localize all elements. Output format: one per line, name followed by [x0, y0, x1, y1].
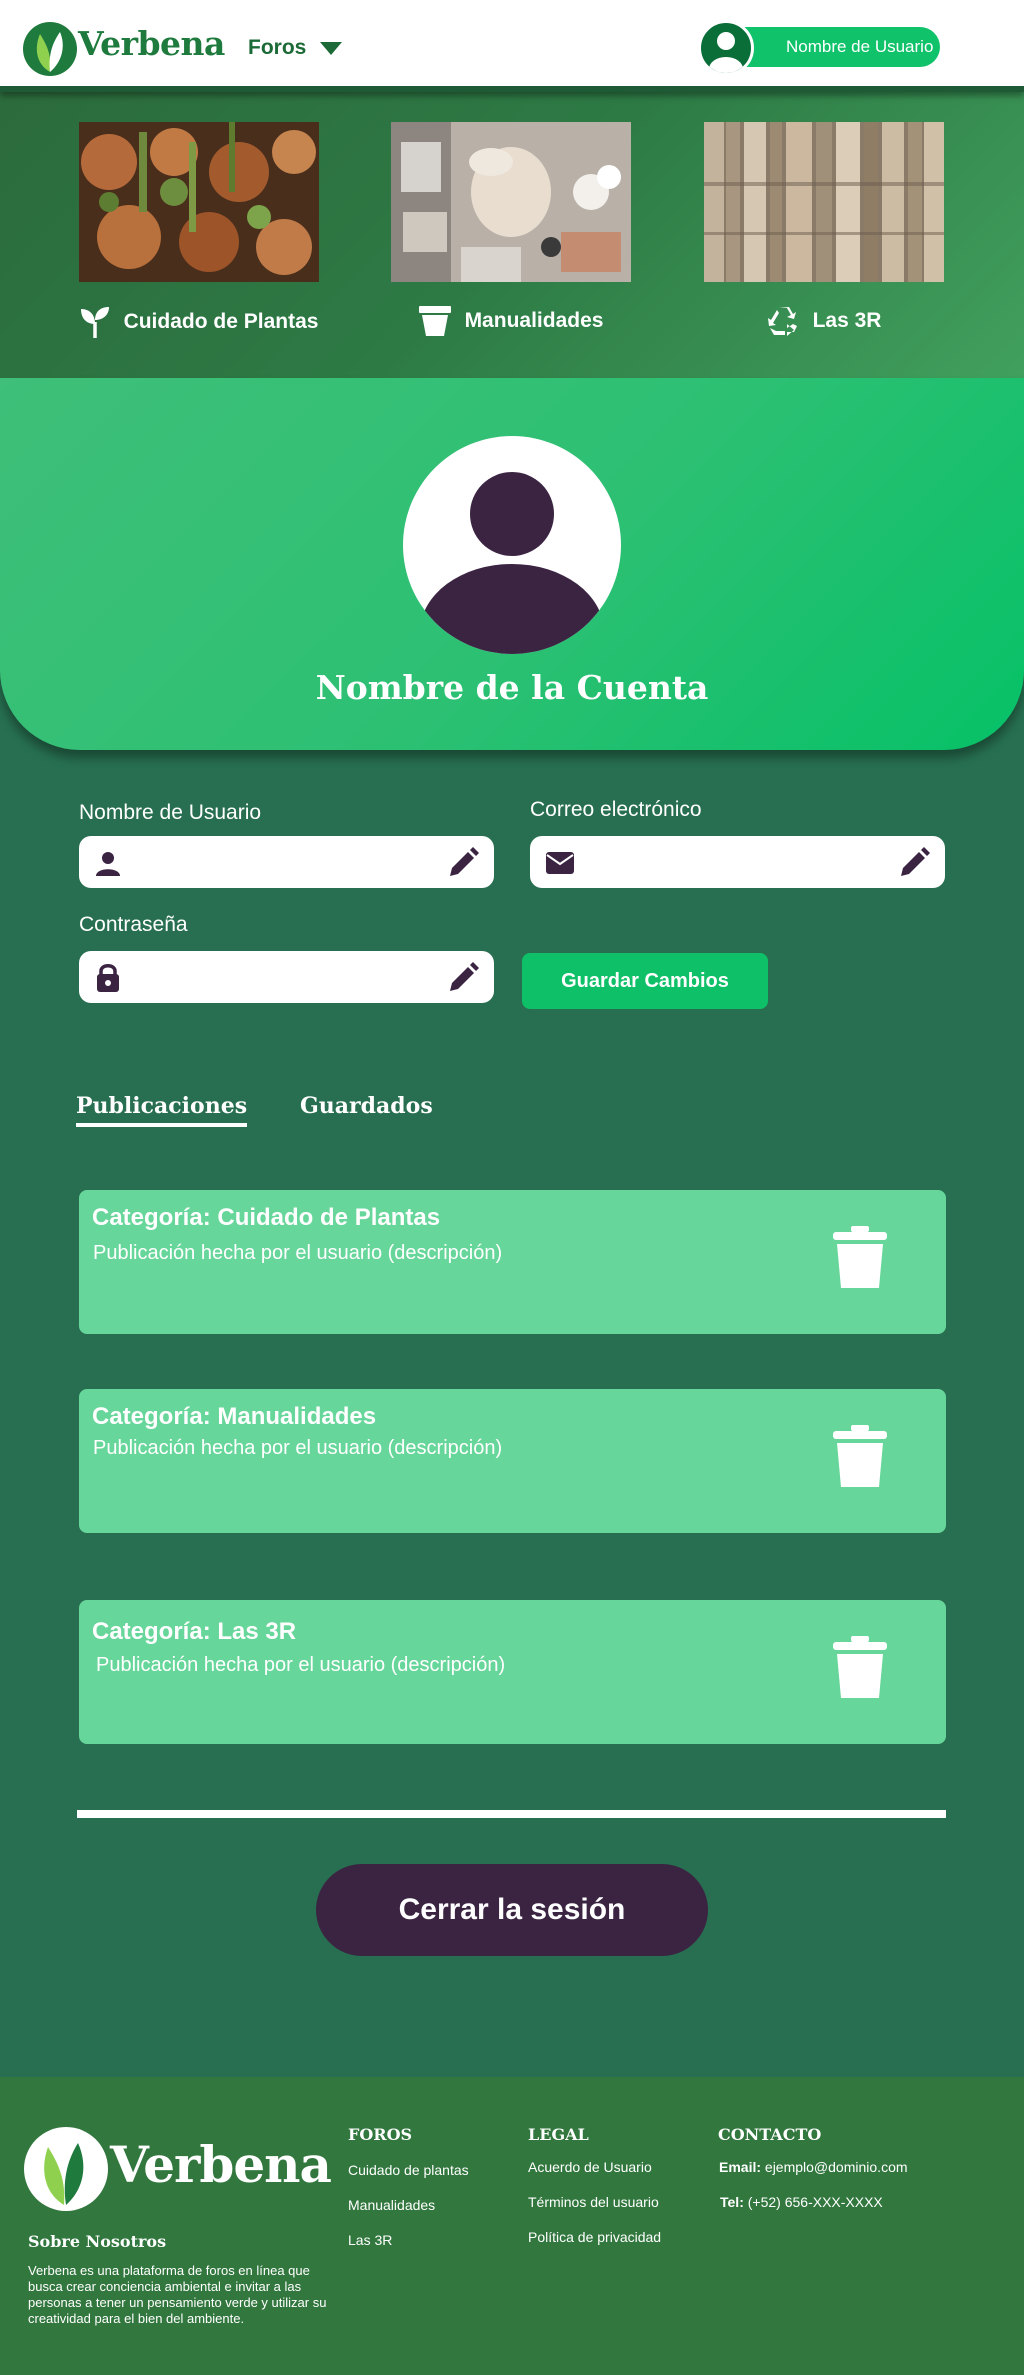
pot-icon: [418, 306, 451, 336]
post-title: Categoría: Manualidades: [92, 1403, 377, 1430]
post-title: Categoría: Las 3R: [92, 1618, 297, 1645]
footer-logo-text: Verbena: [110, 2135, 332, 2194]
email-label: Correo electrónico: [530, 798, 702, 821]
verbena-logo[interactable]: Verbena: [22, 20, 225, 80]
profile-hero: Nombre de la Cuenta: [0, 378, 1024, 750]
footer-link-privacidad[interactable]: Política de privacidad: [528, 2229, 661, 2245]
category-label: Cuidado de Plantas: [123, 310, 319, 333]
user-icon: [96, 852, 120, 876]
leaf-logo-icon: [23, 22, 77, 76]
plants-photo: [79, 122, 319, 282]
sprout-icon: [80, 307, 109, 338]
post-card[interactable]: Categoría: Las 3R Publicación hecha por …: [79, 1600, 946, 1744]
section-divider: [77, 1810, 946, 1818]
foros-label: Foros: [248, 36, 307, 59]
envelope-icon: [546, 852, 574, 874]
footer-tel[interactable]: Tel: (+52) 656-XXX-XXXX: [720, 2194, 883, 2210]
trash-icon[interactable]: [831, 1425, 889, 1489]
user-avatar-icon: [698, 20, 754, 76]
category-label: Las 3R: [812, 309, 882, 332]
pencil-icon[interactable]: [446, 846, 480, 880]
footer-link-terminos[interactable]: Términos del usuario: [528, 2194, 659, 2210]
about-title: Sobre Nosotros: [28, 2232, 167, 2251]
password-label: Contraseña: [79, 913, 188, 936]
crafts-photo: [391, 122, 631, 282]
post-description: Publicación hecha por el usuario (descri…: [96, 1654, 506, 1676]
post-description: Publicación hecha por el usuario (descri…: [93, 1242, 503, 1264]
leaf-logo-icon: [24, 2127, 108, 2211]
category-label: Manualidades: [464, 309, 604, 332]
tel-value: (+52) 656-XXX-XXXX: [747, 2194, 883, 2210]
post-title: Categoría: Cuidado de Plantas: [92, 1204, 441, 1231]
trash-icon[interactable]: [831, 1226, 889, 1290]
category-card-manualidades[interactable]: Manualidades: [391, 122, 631, 336]
email-label: Email:: [719, 2159, 762, 2175]
logo-text: Verbena: [78, 24, 225, 63]
profile-avatar-icon[interactable]: [403, 436, 621, 654]
top-header: Verbena Foros Nombre de Usuario: [0, 0, 1024, 92]
foros-dropdown[interactable]: Foros: [248, 36, 343, 60]
pencil-icon[interactable]: [897, 846, 931, 880]
about-text: Verbena es una plataforma de foros en lí…: [28, 2263, 327, 2326]
tab-publicaciones[interactable]: Publicaciones: [76, 1093, 248, 1127]
recycle-icon: [767, 307, 797, 336]
footer-email[interactable]: Email: ejemplo@dominio.com: [719, 2159, 908, 2175]
footer: Verbena Sobre Nosotros Verbena es una pl…: [0, 2077, 1024, 2375]
tel-label: Tel:: [720, 2194, 744, 2210]
category-card-3r[interactable]: Las 3R: [704, 122, 944, 336]
email-value: ejemplo@dominio.com: [764, 2159, 908, 2175]
user-pill: Nombre de Usuario: [722, 27, 940, 67]
chevron-down-icon: [320, 41, 343, 55]
trash-icon[interactable]: [831, 1636, 889, 1700]
pencil-icon[interactable]: [446, 961, 480, 995]
save-changes-button[interactable]: Guardar Cambios: [522, 953, 768, 1009]
username-field[interactable]: [79, 836, 494, 888]
account-name: Nombre de la Cuenta: [315, 668, 709, 707]
username-label: Nombre de Usuario: [79, 801, 262, 824]
footer-link-acuerdo[interactable]: Acuerdo de Usuario: [528, 2159, 652, 2175]
categories-banner: Cuidado de Plantas Manualidades Las 3R: [0, 92, 1024, 378]
logout-button[interactable]: Cerrar la sesión: [316, 1864, 708, 1956]
footer-link-3r[interactable]: Las 3R: [348, 2232, 392, 2248]
category-card-plantas[interactable]: Cuidado de Plantas: [79, 122, 319, 338]
post-card[interactable]: Categoría: Cuidado de Plantas Publicació…: [79, 1190, 946, 1334]
footer-legal-title: LEGAL: [528, 2125, 589, 2144]
footer-contact-title: CONTACTO: [718, 2125, 822, 2144]
lock-icon: [97, 964, 119, 992]
post-card[interactable]: Categoría: Manualidades Publicación hech…: [79, 1389, 946, 1533]
email-field[interactable]: [530, 836, 945, 888]
footer-link-plantas[interactable]: Cuidado de plantas: [348, 2162, 469, 2178]
user-menu-button[interactable]: Nombre de Usuario: [698, 20, 942, 76]
footer-foros-title: FOROS: [348, 2125, 413, 2144]
recycle-photo: [704, 122, 944, 282]
footer-logo[interactable]: Verbena: [22, 2125, 332, 2215]
post-description: Publicación hecha por el usuario (descri…: [93, 1437, 503, 1459]
footer-link-manualidades[interactable]: Manualidades: [348, 2197, 435, 2213]
tab-guardados[interactable]: Guardados: [300, 1093, 433, 1119]
password-field[interactable]: [79, 951, 494, 1003]
user-name: Nombre de Usuario: [786, 37, 934, 56]
